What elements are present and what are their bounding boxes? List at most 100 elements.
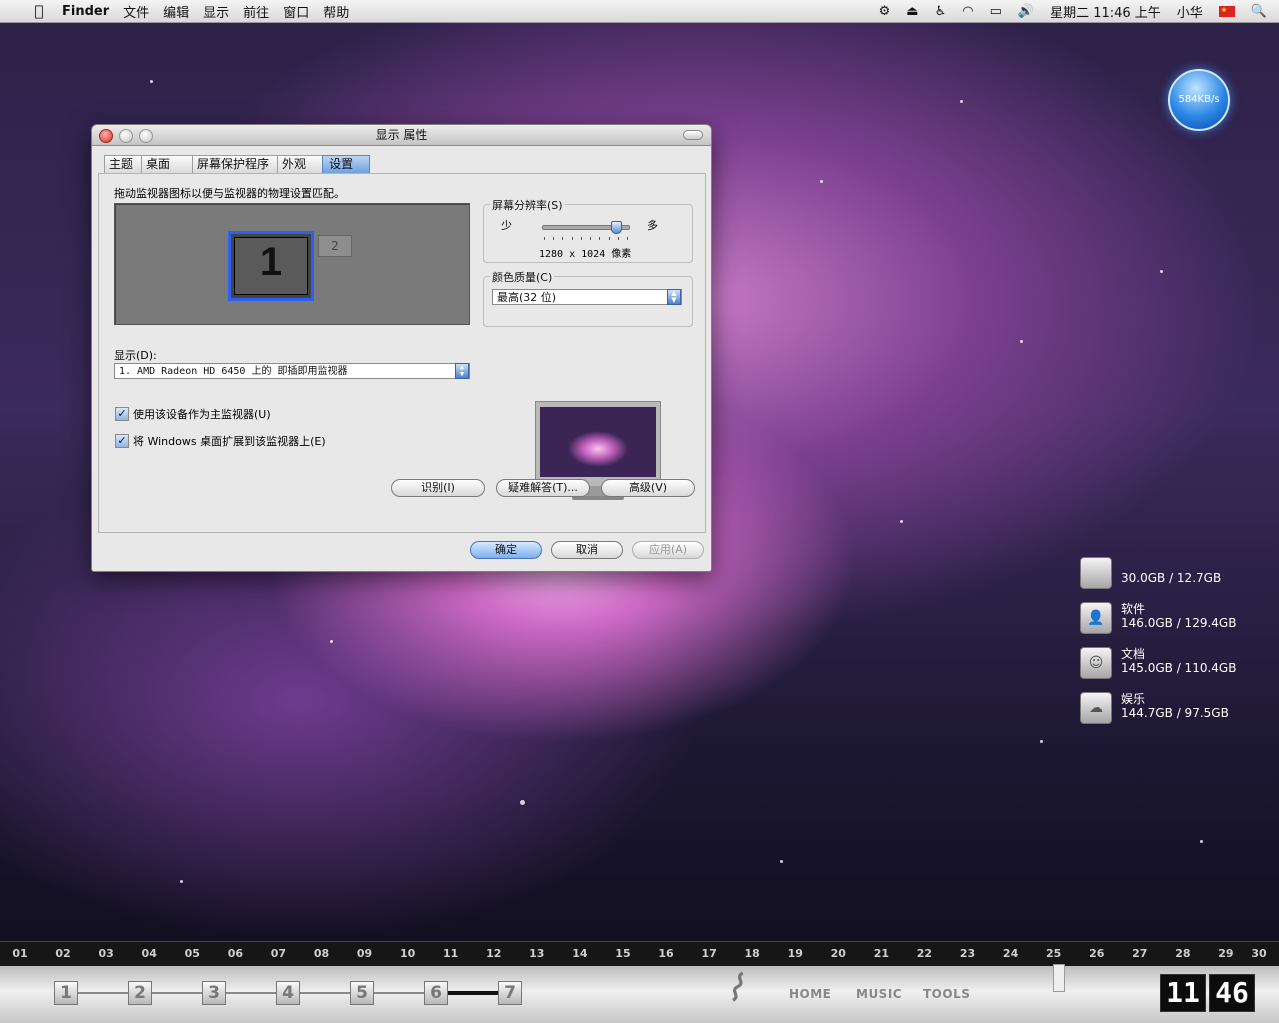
tab-appearance[interactable]: 外观 [277, 155, 324, 173]
timeline-day[interactable]: 21 [871, 947, 891, 960]
gear-icon[interactable]: ⚙ [879, 4, 891, 19]
eject-icon[interactable]: ⏏ [906, 4, 918, 19]
timeline-day[interactable]: 15 [613, 947, 633, 960]
timeline-day[interactable]: 09 [355, 947, 375, 960]
timeline-day[interactable]: 11 [441, 947, 461, 960]
paperclip-icon[interactable]: ⌇ [721, 964, 753, 1012]
workspace-3-button[interactable]: 3 [202, 981, 226, 1005]
extend-desktop-checkbox[interactable]: ✓ [115, 434, 129, 448]
timeline-day[interactable]: 01 [10, 947, 30, 960]
timeline-day[interactable]: 02 [53, 947, 73, 960]
resolution-group: 屏幕分辨率(S) 少 多 1280 x 1024 像素 [483, 197, 693, 263]
menu-window[interactable]: 窗口 [283, 2, 309, 21]
bookmark-icon[interactable] [1053, 964, 1065, 992]
user-drive-icon: 👤 [1080, 602, 1112, 634]
drive-name: 娱乐 [1121, 692, 1146, 706]
resolution-less-label: 少 [501, 219, 512, 232]
drive-item[interactable]: 👤 软件 146.0GB / 129.4GB [1080, 600, 1260, 636]
tab-settings[interactable]: 设置 [322, 155, 371, 173]
volume-icon[interactable]: 🔊 [1018, 4, 1034, 19]
network-speed-widget[interactable]: 584KB/s [1168, 69, 1230, 131]
ok-button[interactable]: 确定 [470, 541, 542, 559]
timeline-day[interactable]: 23 [958, 947, 978, 960]
timeline-day[interactable]: 22 [914, 947, 934, 960]
resolution-slider[interactable] [542, 221, 630, 234]
timeline-day[interactable]: 03 [96, 947, 116, 960]
timeline-day[interactable]: 19 [785, 947, 805, 960]
menu-go[interactable]: 前往 [243, 2, 269, 21]
tab-themes[interactable]: 主题 [104, 155, 143, 173]
identify-button[interactable]: 识别(I) [391, 479, 485, 497]
wifi-icon[interactable]: ◠ [962, 4, 973, 19]
timeline-day[interactable]: 08 [311, 947, 331, 960]
timeline-day[interactable]: 24 [1001, 947, 1021, 960]
workspace-2-button[interactable]: 2 [128, 981, 152, 1005]
display-select[interactable]: 1. AMD Radeon HD 6450 上的 即插即用监视器 ▲ ▼ [114, 363, 470, 379]
timeline-day[interactable]: 17 [699, 947, 719, 960]
accessibility-icon[interactable]: ♿ [935, 4, 947, 19]
resolution-slider-thumb[interactable] [611, 221, 623, 234]
minimize-button[interactable] [119, 129, 133, 143]
window-titlebar[interactable]: 显示 属性 [92, 125, 711, 146]
cancel-button[interactable]: 取消 [551, 541, 623, 559]
apply-button[interactable]: 应用(A) [632, 541, 704, 559]
color-quality-select[interactable]: 最高(32 位) ▲ ▼ [492, 289, 682, 305]
primary-monitor-checkbox[interactable]: ✓ [115, 407, 129, 421]
timeline-day[interactable]: 06 [225, 947, 245, 960]
timeline-day[interactable]: 29 [1216, 947, 1236, 960]
music-link[interactable]: MUSIC [856, 987, 902, 1001]
drive-name: 文档 [1121, 647, 1146, 661]
menu-user[interactable]: 小华 [1177, 2, 1203, 21]
menu-app-name[interactable]: Finder [62, 4, 109, 19]
timeline-day[interactable]: 18 [742, 947, 762, 960]
tab-desktop[interactable]: 桌面 [141, 155, 194, 173]
troubleshoot-button[interactable]: 疑难解答(T)... [496, 479, 590, 497]
tab-screensaver[interactable]: 屏幕保护程序 [192, 155, 279, 173]
menu-file[interactable]: 文件 [123, 2, 149, 21]
document-drive-icon: ☺ [1080, 647, 1112, 679]
monitor-arrangement-area[interactable]: 1 2 [114, 203, 470, 325]
timeline-day[interactable]: 05 [182, 947, 202, 960]
toolbar-toggle-button[interactable] [683, 130, 703, 140]
drive-item[interactable]: ☺ 文档 145.0GB / 110.4GB [1080, 645, 1260, 681]
tab-bar: 主题 桌面 屏幕保护程序 外观 设置 [104, 155, 371, 173]
close-button[interactable] [99, 129, 113, 143]
drive-name: 软件 [1121, 602, 1146, 616]
workspace-5-button[interactable]: 5 [350, 981, 374, 1005]
bottom-dock: 1 2 3 4 5 6 7 ⌇ HOME MUSIC TOOLS 11 46 [0, 964, 1279, 1023]
workspace-6-button[interactable]: 6 [424, 981, 448, 1005]
timeline-day[interactable]: 26 [1087, 947, 1107, 960]
zoom-button[interactable] [139, 129, 153, 143]
workspace-4-button[interactable]: 4 [276, 981, 300, 1005]
timeline-day[interactable]: 12 [484, 947, 504, 960]
timeline-day[interactable]: 28 [1173, 947, 1193, 960]
timeline-day[interactable]: 07 [268, 947, 288, 960]
apple-menu-icon[interactable]:  [28, 2, 50, 20]
timeline-day[interactable]: 14 [570, 947, 590, 960]
menu-edit[interactable]: 编辑 [163, 2, 189, 21]
drive-item[interactable]: ☁ 娱乐 144.7GB / 97.5GB [1080, 690, 1260, 726]
drive-item[interactable]: 30.0GB / 12.7GB [1080, 555, 1260, 591]
workspace-7-button[interactable]: 7 [498, 981, 522, 1005]
spotlight-search-icon[interactable]: 🔍 [1251, 4, 1267, 19]
menu-view[interactable]: 显示 [203, 2, 229, 21]
battery-icon[interactable]: ▭ [990, 4, 1002, 19]
timeline-day[interactable]: 10 [398, 947, 418, 960]
timeline-day[interactable]: 16 [656, 947, 676, 960]
advanced-button[interactable]: 高级(V) [601, 479, 695, 497]
chevron-updown-icon: ▲ ▼ [455, 363, 469, 379]
workspace-1-button[interactable]: 1 [54, 981, 78, 1005]
home-link[interactable]: HOME [789, 987, 831, 1001]
menu-help[interactable]: 帮助 [323, 2, 349, 21]
timeline-day[interactable]: 13 [527, 947, 547, 960]
monitor-2-icon[interactable]: 2 [318, 235, 352, 257]
timeline-day[interactable]: 20 [828, 947, 848, 960]
menu-clock[interactable]: 星期二 11:46 上午 [1050, 2, 1161, 21]
monitor-1-icon[interactable]: 1 [228, 231, 314, 301]
timeline-day[interactable]: 25 [1044, 947, 1064, 960]
timeline-day[interactable]: 04 [139, 947, 159, 960]
input-flag-icon[interactable] [1218, 5, 1235, 17]
tools-link[interactable]: TOOLS [923, 987, 970, 1001]
timeline-day[interactable]: 30 [1249, 947, 1269, 960]
timeline-day[interactable]: 27 [1130, 947, 1150, 960]
